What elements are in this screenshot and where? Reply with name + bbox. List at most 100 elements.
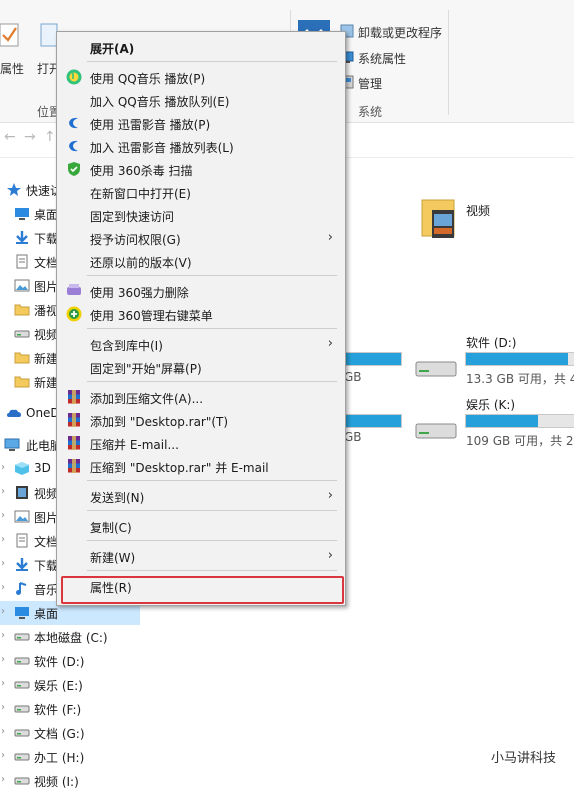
sidebar-item-label: 文档 xyxy=(34,256,59,270)
chevron-right-icon[interactable]: › xyxy=(1,534,5,545)
menu-item-18[interactable]: 发送到(N) › xyxy=(57,486,345,508)
sidebar-item-22[interactable]: › 文档 (G:) xyxy=(0,721,140,745)
menu-item-label: 在新窗口中打开(E) xyxy=(90,187,191,201)
video-folder-label[interactable]: 视频 xyxy=(466,202,490,219)
chevron-right-icon[interactable]: › xyxy=(1,702,5,713)
menu-item-8[interactable]: 授予访问权限(G) › xyxy=(57,228,345,250)
menu-item-label: 添加到压缩文件(A)... xyxy=(90,392,204,406)
menu-separator xyxy=(87,510,337,511)
picture-icon xyxy=(14,509,30,524)
sidebar-item-20[interactable]: › 娱乐 (E:) xyxy=(0,673,140,697)
menu-separator xyxy=(87,275,337,276)
chevron-right-icon[interactable]: › xyxy=(1,486,5,497)
drive-k-info: 109 GB 可用，共 27 xyxy=(466,434,574,448)
menu-separator xyxy=(87,540,337,541)
menu-item-6[interactable]: 在新窗口中打开(E) xyxy=(57,182,345,204)
video-folder-icon[interactable] xyxy=(420,196,458,240)
cloud-icon xyxy=(6,406,22,421)
sidebar-item-24[interactable]: › 视频 (I:) xyxy=(0,769,140,793)
menu-item-15[interactable]: 添加到 "Desktop.rar"(T) xyxy=(57,410,345,432)
menu-item-20[interactable]: 新建(W) › xyxy=(57,546,345,568)
watermark: 小马讲科技 xyxy=(490,751,556,766)
sidebar-item-23[interactable]: › 办工 (H:) xyxy=(0,745,140,769)
menu-item-3[interactable]: 使用 迅雷影音 播放(P) xyxy=(57,113,345,135)
manage-button[interactable]: 管理 xyxy=(358,75,382,92)
shredder-360-icon xyxy=(66,283,82,299)
ribbon-divider xyxy=(448,10,449,115)
xunlei-icon xyxy=(66,138,82,154)
sidebar-item-label: 新建 xyxy=(34,376,59,390)
menu-item-label: 还原以前的版本(V) xyxy=(90,256,192,270)
menu-item-11[interactable]: 使用 360管理右键菜单 xyxy=(57,304,345,326)
drive-c-info: GB xyxy=(344,370,362,384)
menu-item-14[interactable]: 添加到压缩文件(A)... xyxy=(57,387,345,409)
menu-item-5[interactable]: 使用 360杀毒 扫描 xyxy=(57,159,345,181)
menu-item-label: 固定到快速访问 xyxy=(90,210,175,224)
menu-item-1[interactable]: 使用 QQ音乐 播放(P) xyxy=(57,67,345,89)
chevron-right-icon[interactable]: › xyxy=(1,462,5,473)
chevron-right-icon[interactable]: › xyxy=(1,558,5,569)
menu-item-17[interactable]: 压缩到 "Desktop.rar" 并 E-mail xyxy=(57,456,345,478)
sidebar-item-19[interactable]: › 软件 (D:) xyxy=(0,649,140,673)
uninstall-button[interactable]: 卸载或更改程序 xyxy=(358,24,442,41)
chevron-right-icon[interactable]: › xyxy=(1,654,5,665)
back-arrow-icon[interactable]: ← xyxy=(4,129,16,145)
up-arrow-icon[interactable]: ↑ xyxy=(44,129,56,145)
menu-item-label: 使用 360管理右键菜单 xyxy=(90,309,213,323)
chevron-right-icon[interactable]: › xyxy=(1,582,5,593)
drive-icon xyxy=(14,749,30,764)
sidebar-item-18[interactable]: › 本地磁盘 (C:) xyxy=(0,625,140,649)
menu-item-0[interactable]: 展开(A) xyxy=(57,37,345,59)
sidebar-item-label: 下载 xyxy=(34,232,59,246)
menu-item-16[interactable]: 压缩并 E-mail... xyxy=(57,433,345,455)
xunlei-icon xyxy=(66,115,82,131)
sidebar-item-label: 桌面 xyxy=(34,208,59,222)
chevron-right-icon[interactable]: › xyxy=(1,726,5,737)
cube-icon xyxy=(14,461,30,476)
sidebar-item-21[interactable]: › 软件 (F:) xyxy=(0,697,140,721)
sidebar-item-label: OneD xyxy=(26,406,60,420)
checkmark-icon[interactable] xyxy=(0,22,20,48)
chevron-right-icon[interactable]: › xyxy=(1,630,5,641)
drive-d-name[interactable]: 软件 (D:) xyxy=(466,334,516,351)
menu-item-2[interactable]: 加入 QQ音乐 播放队列(E) xyxy=(57,90,345,112)
sidebar-item-label: 文档 xyxy=(34,535,59,549)
drive-k-icon[interactable] xyxy=(414,418,458,440)
system-properties-button[interactable]: 系统属性 xyxy=(358,50,406,67)
winrar-icon xyxy=(66,389,82,405)
menu-item-label: 压缩并 E-mail... xyxy=(90,438,179,452)
system-group-label: 系统 xyxy=(358,105,383,119)
sidebar-item-label: 音乐 xyxy=(34,583,59,597)
sidebar-item-label: 视频 (I:) xyxy=(34,775,79,789)
menu-item-label: 使用 QQ音乐 播放(P) xyxy=(90,72,206,86)
sidebar-item-label: 软件 (F:) xyxy=(34,703,82,717)
document-icon xyxy=(14,254,30,269)
drive-e-info: GB xyxy=(344,430,362,444)
star-icon xyxy=(6,182,22,197)
menu-item-7[interactable]: 固定到快速访问 xyxy=(57,205,345,227)
menu-item-12[interactable]: 包含到库中(I) › xyxy=(57,334,345,356)
forward-arrow-icon[interactable]: → xyxy=(24,129,36,145)
menu-item-10[interactable]: 使用 360强力删除 xyxy=(57,281,345,303)
drive-icon xyxy=(14,701,30,716)
drive-k-name[interactable]: 娱乐 (K:) xyxy=(466,396,515,413)
winrar-icon xyxy=(66,435,82,451)
menu-item-label: 使用 360杀毒 扫描 xyxy=(90,164,193,178)
drive-d-usage-bar xyxy=(465,352,574,366)
sidebar-item-label: 软件 (D:) xyxy=(34,655,85,669)
menu-item-label: 授予访问权限(G) xyxy=(90,233,181,247)
menu-item-4[interactable]: 加入 迅雷影音 播放列表(L) xyxy=(57,136,345,158)
menu-item-13[interactable]: 固定到"开始"屏幕(P) xyxy=(57,357,345,379)
folder-icon xyxy=(14,350,30,365)
drive-d-icon[interactable] xyxy=(414,356,458,378)
chevron-right-icon[interactable]: › xyxy=(1,510,5,521)
chevron-right-icon[interactable]: › xyxy=(1,750,5,761)
menu-item-19[interactable]: 复制(C) xyxy=(57,516,345,538)
chevron-right-icon[interactable]: › xyxy=(1,606,5,617)
properties-button[interactable]: 属性 xyxy=(0,60,24,77)
menu-item-label: 包含到库中(I) xyxy=(90,339,163,353)
menu-item-9[interactable]: 还原以前的版本(V) xyxy=(57,251,345,273)
sidebar-item-label: 桌面 xyxy=(34,607,59,621)
chevron-right-icon[interactable]: › xyxy=(1,678,5,689)
sidebar-item-label: 文档 (G:) xyxy=(34,727,85,741)
